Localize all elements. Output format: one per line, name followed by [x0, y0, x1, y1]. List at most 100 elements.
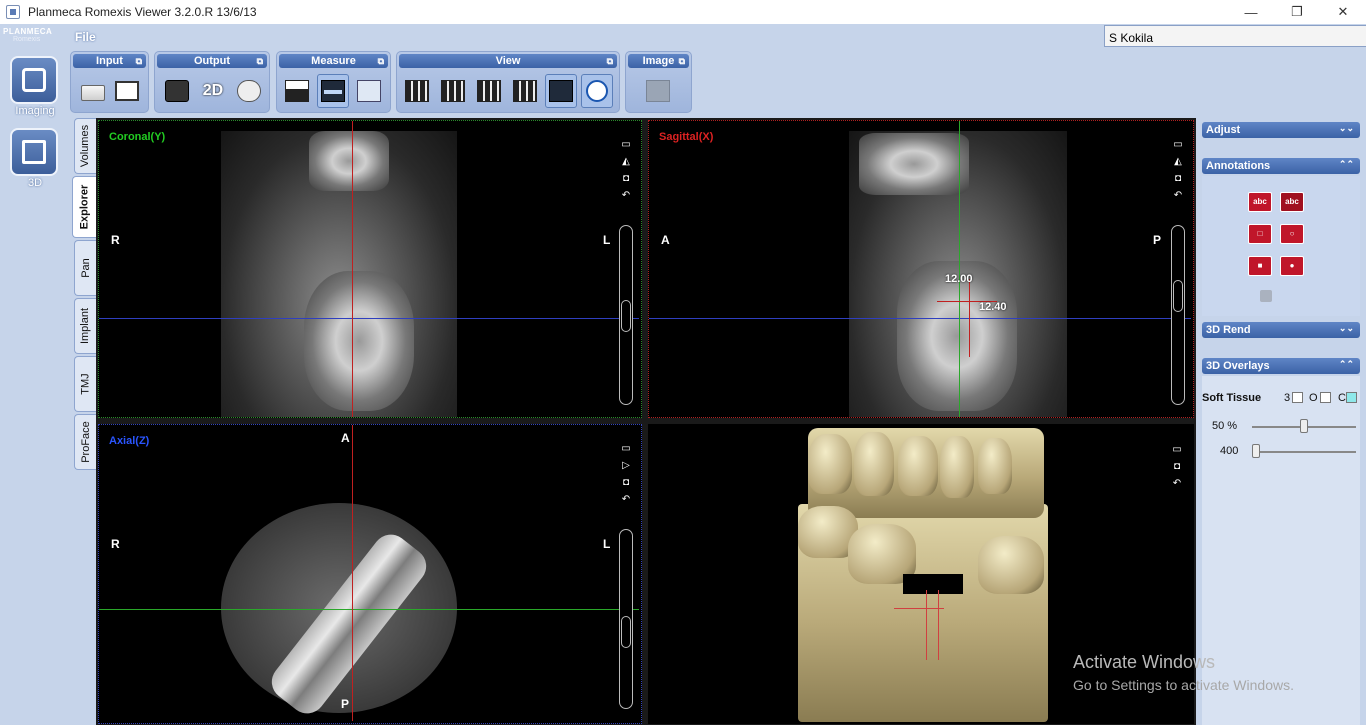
measure-group: Measure ⧉: [276, 51, 391, 113]
maximize-icon[interactable]: ▭: [1172, 139, 1184, 151]
3d-cut-line-v1: [926, 590, 927, 660]
reset-icon[interactable]: ↶: [620, 494, 632, 506]
camera-icon[interactable]: ◘: [620, 477, 632, 489]
skull-export-button[interactable]: [233, 74, 265, 108]
layout-paint-icon: [477, 80, 501, 102]
soft-tissue-color-swatch[interactable]: [1346, 392, 1357, 403]
adjust-section-header[interactable]: Adjust ⌄⌄: [1202, 122, 1360, 138]
ruler-button[interactable]: [317, 74, 349, 108]
filled-ellipse-annotation-button[interactable]: ●: [1280, 256, 1304, 276]
sagittal-label: Sagittal(X): [659, 131, 714, 143]
menu-file[interactable]: File: [75, 30, 96, 44]
threshold-slider[interactable]: [1252, 451, 1356, 453]
imaging-icon: [22, 68, 46, 92]
patient-name-field[interactable]: S Kokila: [1104, 25, 1366, 47]
3d-tooth: [898, 436, 938, 496]
axial-slice-scrollbar[interactable]: [619, 529, 633, 709]
crosshair-button[interactable]: [545, 74, 577, 108]
tab-volumes[interactable]: Volumes: [74, 118, 96, 174]
pin-icon[interactable]: ⧉: [136, 54, 142, 68]
reset-icon[interactable]: ↶: [1172, 190, 1184, 202]
maximize-icon[interactable]: ▭: [620, 443, 632, 455]
reset-icon[interactable]: ↶: [620, 190, 632, 202]
3d-tooth: [854, 432, 894, 496]
export-button[interactable]: [161, 74, 193, 108]
soft-tissue-3-checkbox[interactable]: [1292, 392, 1303, 403]
crosshair-icon: [549, 80, 573, 102]
opacity-slider-knob[interactable]: [1300, 419, 1308, 433]
soft-tissue-o-checkbox[interactable]: [1320, 392, 1331, 403]
2d-icon: 2D: [202, 82, 224, 99]
threshold-slider-knob[interactable]: [1252, 444, 1260, 458]
export-icon: [165, 80, 189, 102]
tab-proface[interactable]: ProFace: [74, 414, 96, 470]
tab-tmj[interactable]: TMJ: [74, 356, 96, 412]
layout-icon: [405, 80, 429, 102]
layout-2-button[interactable]: [437, 74, 469, 108]
import-button[interactable]: [111, 74, 143, 108]
output-group: Output ⧉ 2D: [154, 51, 270, 113]
sagittal-axial-line: [649, 318, 1191, 319]
tab-pan[interactable]: Pan: [74, 240, 96, 296]
3d-module-button[interactable]: [10, 128, 58, 176]
sagittal-slice-scrollbar[interactable]: [1171, 225, 1185, 405]
layout-3-button[interactable]: [473, 74, 505, 108]
annotations-section-header[interactable]: Annotations ⌃⌃: [1202, 158, 1360, 174]
measurement-label-2[interactable]: 12.40: [979, 301, 1007, 313]
coronal-slice-scrollbar[interactable]: [619, 225, 633, 405]
coronal-sagittal-line: [352, 121, 353, 417]
axial-anterior-marker: A: [341, 431, 350, 445]
reset-icon[interactable]: ↶: [1171, 478, 1183, 490]
ellipse-annotation-button[interactable]: ○: [1280, 224, 1304, 244]
pin-icon[interactable]: ⧉: [257, 54, 263, 68]
density-button[interactable]: [281, 74, 313, 108]
minimize-button[interactable]: —: [1228, 0, 1274, 24]
filled-rect-annotation-button[interactable]: ■: [1248, 256, 1272, 276]
text-annotation-button[interactable]: abc: [1248, 192, 1272, 212]
measurement-label-1[interactable]: 12.00: [945, 273, 973, 285]
close-button[interactable]: ✕: [1320, 0, 1366, 24]
tab-implant[interactable]: Implant: [74, 298, 96, 354]
threshold-value-label: 400: [1220, 445, 1239, 457]
sagittal-measure-line-v[interactable]: [969, 279, 970, 357]
3d-tooth: [978, 536, 1044, 594]
eraser-icon[interactable]: [1260, 290, 1272, 302]
angle-button[interactable]: [353, 74, 385, 108]
pin-icon[interactable]: ⧉: [679, 54, 685, 68]
maximize-icon[interactable]: ▭: [1171, 444, 1183, 456]
flip-icon[interactable]: ◭: [1172, 156, 1184, 168]
camera-icon[interactable]: ◘: [620, 173, 632, 185]
imaging-module-button[interactable]: [10, 56, 58, 104]
soft-tissue-opt-3-label: 3: [1284, 392, 1291, 404]
axial-coronal-line: [99, 609, 639, 610]
tab-explorer[interactable]: Explorer: [72, 176, 96, 238]
maximize-icon[interactable]: ▭: [620, 139, 632, 151]
2d-export-button[interactable]: 2D: [197, 74, 229, 108]
text-box-annotation-button[interactable]: abc: [1280, 192, 1304, 212]
image-adjust-button[interactable]: [642, 74, 674, 108]
layout-1-button[interactable]: [401, 74, 433, 108]
zoom-button[interactable]: [581, 74, 613, 108]
send-icon[interactable]: ▷: [620, 460, 632, 472]
chevron-up-icon: ⌃⌃: [1338, 159, 1354, 169]
coronal-viewport[interactable]: Coronal(Y) R L ▭ ◭ ◘ ↶: [98, 120, 642, 418]
pin-icon[interactable]: ⧉: [378, 54, 384, 68]
undo-layout-button[interactable]: [509, 74, 541, 108]
axial-viewport[interactable]: Axial(Z) R L A P ▭ ▷ ◘ ↶: [98, 424, 642, 724]
image-group-label: Image: [642, 55, 675, 67]
image-group: Image ⧉: [625, 51, 692, 113]
flip-icon[interactable]: ◭: [620, 156, 632, 168]
camera-icon[interactable]: ◘: [1171, 461, 1183, 473]
import-icon: [115, 81, 139, 101]
3d-rend-section-header[interactable]: 3D Rend ⌄⌄: [1202, 322, 1360, 338]
3d-overlays-section-header[interactable]: 3D Overlays ⌃⌃: [1202, 358, 1360, 374]
rectangle-annotation-button[interactable]: □: [1248, 224, 1272, 244]
camera-icon[interactable]: ◘: [1172, 173, 1184, 185]
open-button[interactable]: [77, 74, 109, 108]
pin-icon[interactable]: ⧉: [607, 54, 613, 68]
skull-icon: [237, 80, 261, 102]
maximize-button[interactable]: ❐: [1274, 0, 1320, 24]
sagittal-posterior-marker: P: [1153, 233, 1162, 247]
measure-group-label: Measure: [311, 55, 356, 67]
sagittal-viewport[interactable]: 12.00 12.40 Sagittal(X) A P ▭ ◭ ◘ ↶: [648, 120, 1194, 418]
